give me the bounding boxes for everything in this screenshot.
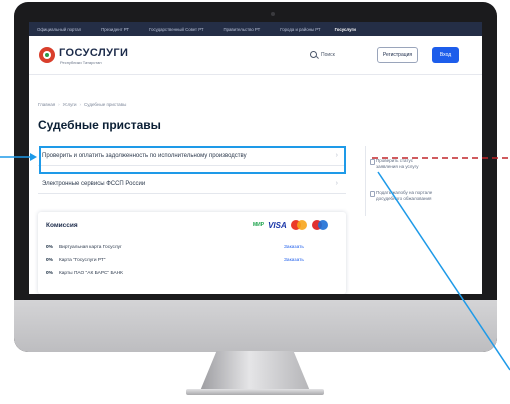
sidebar: Проверить статус заявления на услугу Под… (365, 146, 456, 216)
topnav-official-portal[interactable]: Официальный портал (37, 27, 81, 32)
monitor-chin (14, 300, 497, 352)
search-label: Поиск (321, 51, 335, 58)
top-nav-strip: Официальный портал Президент РТ Государс… (29, 22, 482, 36)
camera-dot (271, 12, 275, 16)
logo-title[interactable]: ГОСУСЛУГИ (59, 47, 128, 59)
register-button[interactable]: Регистрация (377, 47, 418, 63)
commission-card: Комиссия МИР VISA 0% Виртуальная карта Го… (38, 212, 346, 294)
monitor-stand (200, 351, 310, 391)
service-fssp-electronic[interactable]: Электронные сервисы ФССП России › (38, 174, 346, 194)
logo-subtitle: Республики Татарстан (60, 60, 102, 65)
screen: Официальный портал Президент РТ Государс… (29, 22, 482, 294)
order-link[interactable]: Заказать (284, 258, 304, 263)
commission-percent: 0% (46, 245, 53, 250)
sidebar-link-status[interactable]: Проверить статус заявления на услугу (376, 158, 436, 170)
commission-label: Карта "Госуслуги РТ" (58, 258, 106, 263)
document-icon (370, 191, 375, 197)
payment-logos: МИР VISA (253, 220, 330, 230)
monitor-base (186, 389, 324, 395)
topnav-government[interactable]: Правительство РТ (224, 27, 261, 32)
gosuslugi-logo-icon[interactable] (39, 47, 55, 63)
site-header: ГОСУСЛУГИ Республики Татарстан Поиск Рег… (29, 36, 482, 75)
page-title: Судебные приставы (38, 118, 161, 132)
topnav-state-council[interactable]: Государственный Совет РТ (149, 27, 203, 32)
order-link[interactable]: Заказать (284, 245, 304, 250)
service-fssp-label: Электронные сервисы ФССП России (42, 180, 146, 187)
commission-percent: 0% (46, 258, 53, 263)
commission-row: 0% Карта "Госуслуги РТ" (46, 258, 105, 263)
commission-title: Комиссия (46, 222, 78, 229)
topnav-gosuslugi[interactable]: Госуслуги (335, 27, 356, 32)
search-icon (310, 51, 317, 58)
search-button[interactable]: Поиск (310, 51, 335, 58)
breadcrumb-services[interactable]: Услуги (63, 102, 77, 107)
mastercard-logo (290, 220, 309, 230)
breadcrumb: Главная › Услуги › Судебные приставы (38, 102, 127, 107)
maestro-logo (311, 220, 330, 230)
mir-logo: МИР (253, 222, 265, 228)
highlight-frame (39, 146, 346, 174)
topnav-president[interactable]: Президент РТ (101, 27, 129, 32)
commission-label: Виртуальная карта Госуслуг (58, 245, 122, 250)
sidebar-link-complaint[interactable]: Подать жалобу на портале досудебного обж… (376, 190, 436, 202)
commission-label: Карты ПАО "АК БАРС" БАНК (58, 271, 123, 276)
breadcrumb-current: Судебные приставы (83, 102, 127, 107)
breadcrumb-home[interactable]: Главная (38, 102, 55, 107)
login-button[interactable]: Вход (432, 47, 459, 63)
visa-logo: VISA (268, 220, 287, 230)
chevron-right-icon: › (335, 180, 338, 187)
commission-row: 0% Карты ПАО "АК БАРС" БАНК (46, 271, 123, 276)
commission-row: 0% Виртуальная карта Госуслуг (46, 245, 122, 250)
topnav-cities[interactable]: Города и районы РТ (280, 27, 320, 32)
document-icon (370, 159, 375, 165)
commission-percent: 0% (46, 271, 53, 276)
